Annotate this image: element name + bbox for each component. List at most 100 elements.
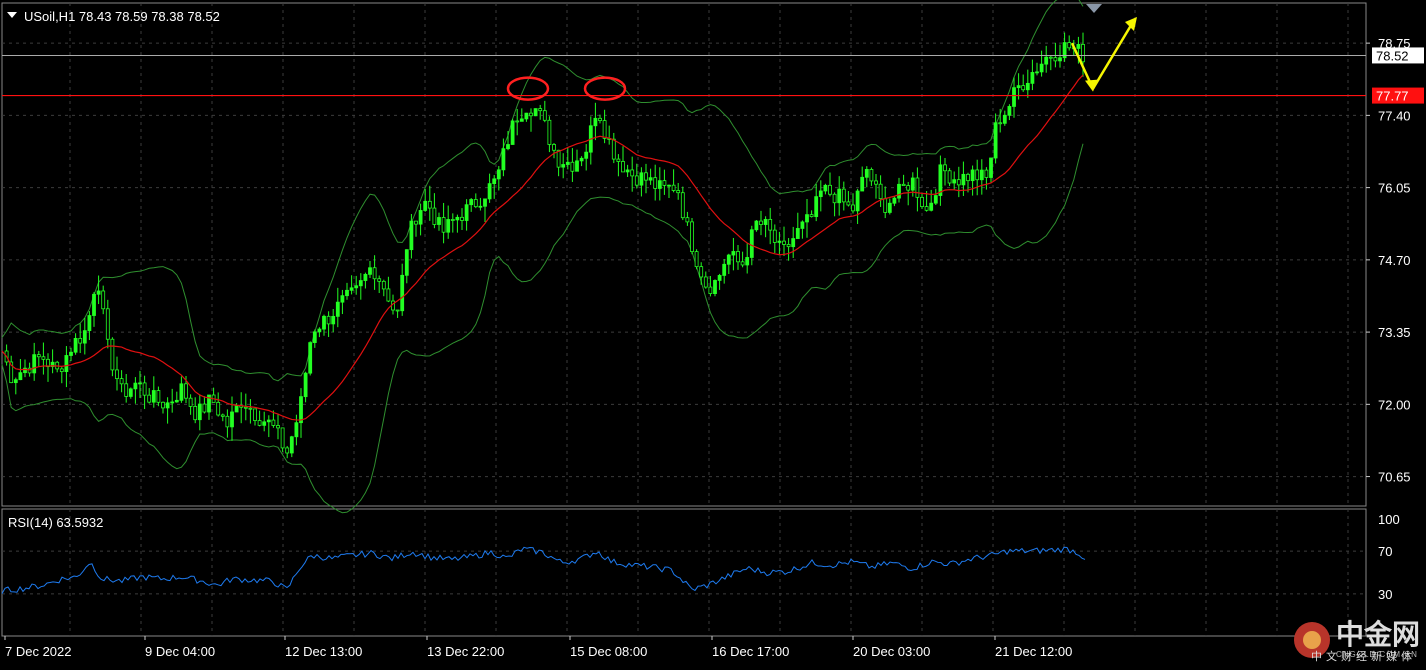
candle-body [722,263,727,276]
time-tick-label: 20 Dec 03:00 [853,644,930,659]
candle-body [515,120,520,123]
candle-body [372,267,377,280]
candle-body [552,144,556,151]
candle-body [786,244,791,248]
symbol-header: USoil,H1 78.43 78.59 78.38 78.52 [24,9,220,24]
watermark-slogan: 中文财经新媒体 [1311,650,1416,663]
candle-body [906,185,911,191]
price-tick-label: 77.40 [1378,108,1411,123]
candle-body [133,382,138,390]
candle-body [809,214,814,218]
candle-body [763,218,768,225]
candle-body [759,220,763,225]
candle-body [740,261,745,266]
candle-body [36,354,41,358]
candle-body [598,117,602,121]
candle-body [519,118,524,122]
candle-body [432,207,437,225]
candle-body [193,406,198,421]
candle-body [492,178,497,185]
chart-canvas[interactable]: 78.7577.4076.0574.7073.3572.0070.6510070… [0,0,1426,665]
candle-body [312,331,317,343]
candle-body [579,157,584,162]
candle-body [317,328,322,333]
candle-body [943,164,947,172]
price-tick-label: 73.35 [1378,325,1411,340]
candle-body [409,220,414,251]
candle-body [400,274,405,312]
candle-body [860,176,865,192]
candle-body [984,169,989,178]
candle-body [924,206,929,211]
candle-body [533,108,538,117]
candle-body [64,355,69,372]
candle-body [524,112,529,120]
candle-body [731,251,736,256]
candle-body [828,184,832,195]
candle-body [1081,44,1085,63]
candle-body [340,295,345,303]
candle-body [699,266,704,278]
candle-body [915,177,920,198]
candle-body [289,436,294,454]
candle-body [161,401,165,409]
candle-body [625,169,630,173]
candle-body [529,112,533,117]
candle-body [892,197,897,204]
candle-body [469,199,474,206]
candle-body [82,330,87,344]
candle-body [956,179,961,186]
candle-body [556,149,561,168]
candle-body [243,406,248,409]
candle-body [694,251,699,268]
candle-body [138,382,142,385]
candle-body [575,160,579,172]
candle-body [151,390,156,403]
candle-body [717,275,722,281]
candle-body [676,190,681,194]
candle-body [966,173,970,182]
time-tick-label: 15 Dec 08:00 [570,644,647,659]
candle-body [846,201,851,206]
candle-body [1016,85,1021,89]
candle-body [262,421,267,426]
candle-body [1030,72,1035,84]
candle-body [736,251,740,263]
candle-body [993,122,998,159]
candle-body [1002,114,1007,124]
candle-body [795,228,800,239]
price-tick-label: 76.05 [1378,181,1411,196]
candle-body [593,117,598,127]
time-tick-label: 16 Dec 17:00 [712,644,789,659]
candle-body [377,278,382,282]
time-tick-label: 12 Dec 13:00 [285,644,362,659]
candle-body [455,216,460,221]
candle-body [354,285,359,289]
candle-body [101,290,106,310]
candle-body [326,315,331,325]
candle-body [308,342,313,374]
candle-body [970,169,975,182]
candle-body [473,199,478,208]
price-tick-label: 72.00 [1378,397,1411,412]
candle-body [947,170,952,184]
candle-body [630,169,635,177]
candle-body [322,315,326,330]
candle-body [901,183,906,186]
candle-body [115,369,119,380]
candle-body [156,390,161,403]
candle-body [1053,57,1058,62]
candle-body [276,425,280,429]
candle-body [1007,106,1012,116]
candle-body [680,192,685,219]
candle-body [423,200,428,211]
candle-body [225,415,230,428]
candle-body [303,372,308,398]
candle-body [414,220,418,225]
candle-body [933,195,938,204]
candle-body [478,205,483,208]
candle-body [1035,71,1039,74]
candle-body [230,411,234,428]
price-tick-label: 74.70 [1378,253,1411,268]
candle-body [32,354,37,374]
